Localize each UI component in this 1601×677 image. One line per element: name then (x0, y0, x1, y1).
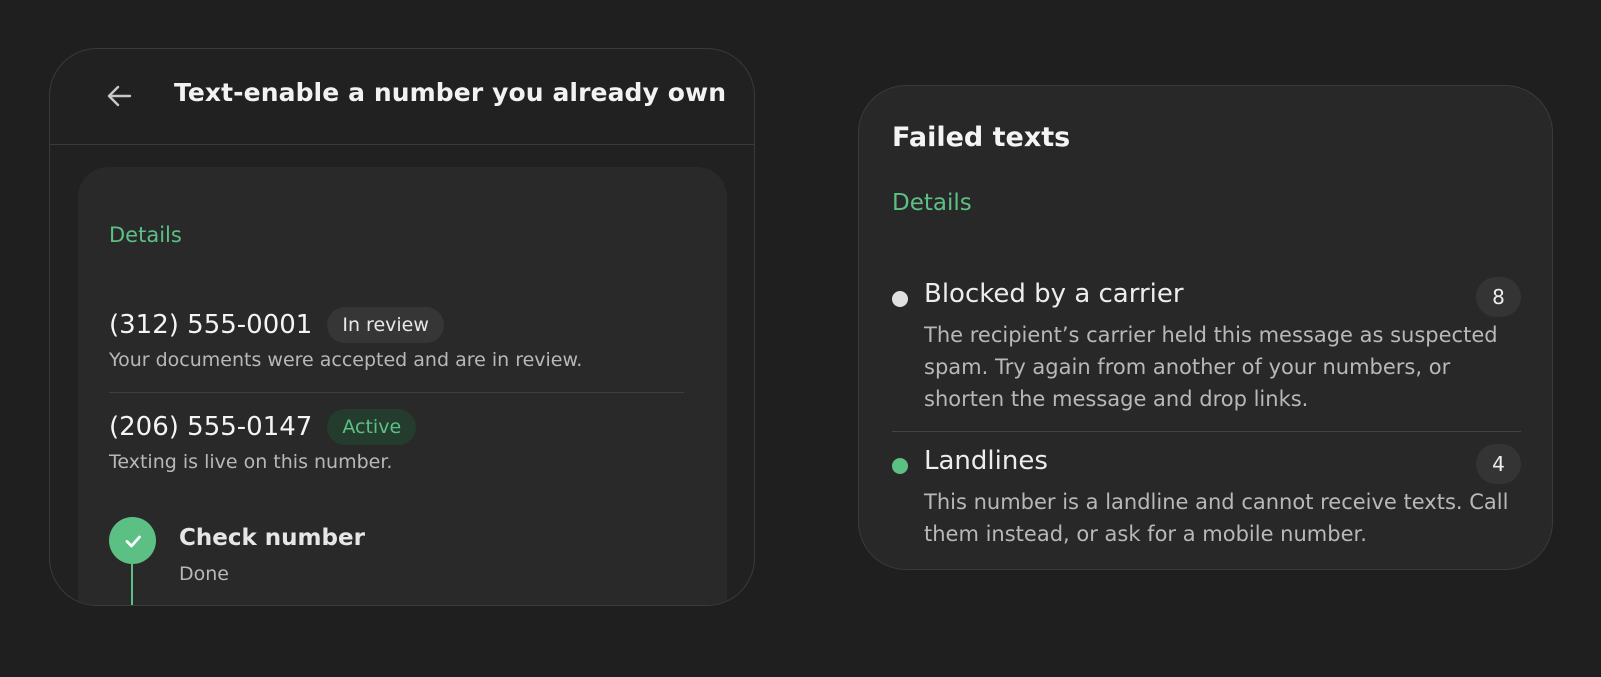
page-title: Text-enable a number you already own (174, 78, 727, 107)
reason-title: Blocked by a carrier (924, 279, 1184, 309)
arrow-left-icon (107, 85, 132, 107)
step-complete-indicator (109, 517, 156, 564)
status-dot (892, 458, 908, 474)
number-description: Texting is live on this number. (109, 451, 393, 473)
failure-reason-item: Landlines 4 This number is a landline an… (892, 444, 1521, 569)
failed-texts-card: Failed texts Details Blocked by a carrie… (858, 85, 1553, 570)
phone-number: (206) 555-0147 (109, 412, 313, 442)
step-title: Check number (179, 525, 365, 551)
reason-description: This number is a landline and cannot rec… (924, 490, 1509, 546)
back-button[interactable] (102, 79, 136, 113)
count-badge: 8 (1476, 277, 1521, 317)
status-dot (892, 291, 908, 307)
status-badge: In review (327, 307, 444, 343)
card-title: Failed texts (892, 122, 1071, 153)
status-badge: Active (327, 409, 417, 445)
check-icon (125, 535, 141, 547)
card-header: Text-enable a number you already own (50, 49, 754, 145)
details-link[interactable]: Details (892, 190, 972, 216)
reason-description: The recipient’s carrier held this messag… (924, 323, 1498, 411)
details-link[interactable]: Details (109, 223, 182, 247)
phone-number: (312) 555-0001 (109, 310, 313, 340)
step-status: Done (179, 563, 229, 585)
failure-reason-item: Blocked by a carrier 8 The recipient’s c… (892, 277, 1521, 432)
number-description: Your documents were accepted and are in … (109, 349, 583, 371)
text-enable-card: Text-enable a number you already own Det… (49, 48, 755, 606)
step-connector (131, 564, 133, 605)
count-badge: 4 (1476, 444, 1521, 484)
details-panel: Details (312) 555-0001 In review Your do… (78, 167, 727, 605)
reason-title: Landlines (924, 446, 1048, 476)
number-row: (206) 555-0147 Active Texting is live on… (109, 409, 684, 473)
number-row: (312) 555-0001 In review Your documents … (109, 307, 684, 393)
